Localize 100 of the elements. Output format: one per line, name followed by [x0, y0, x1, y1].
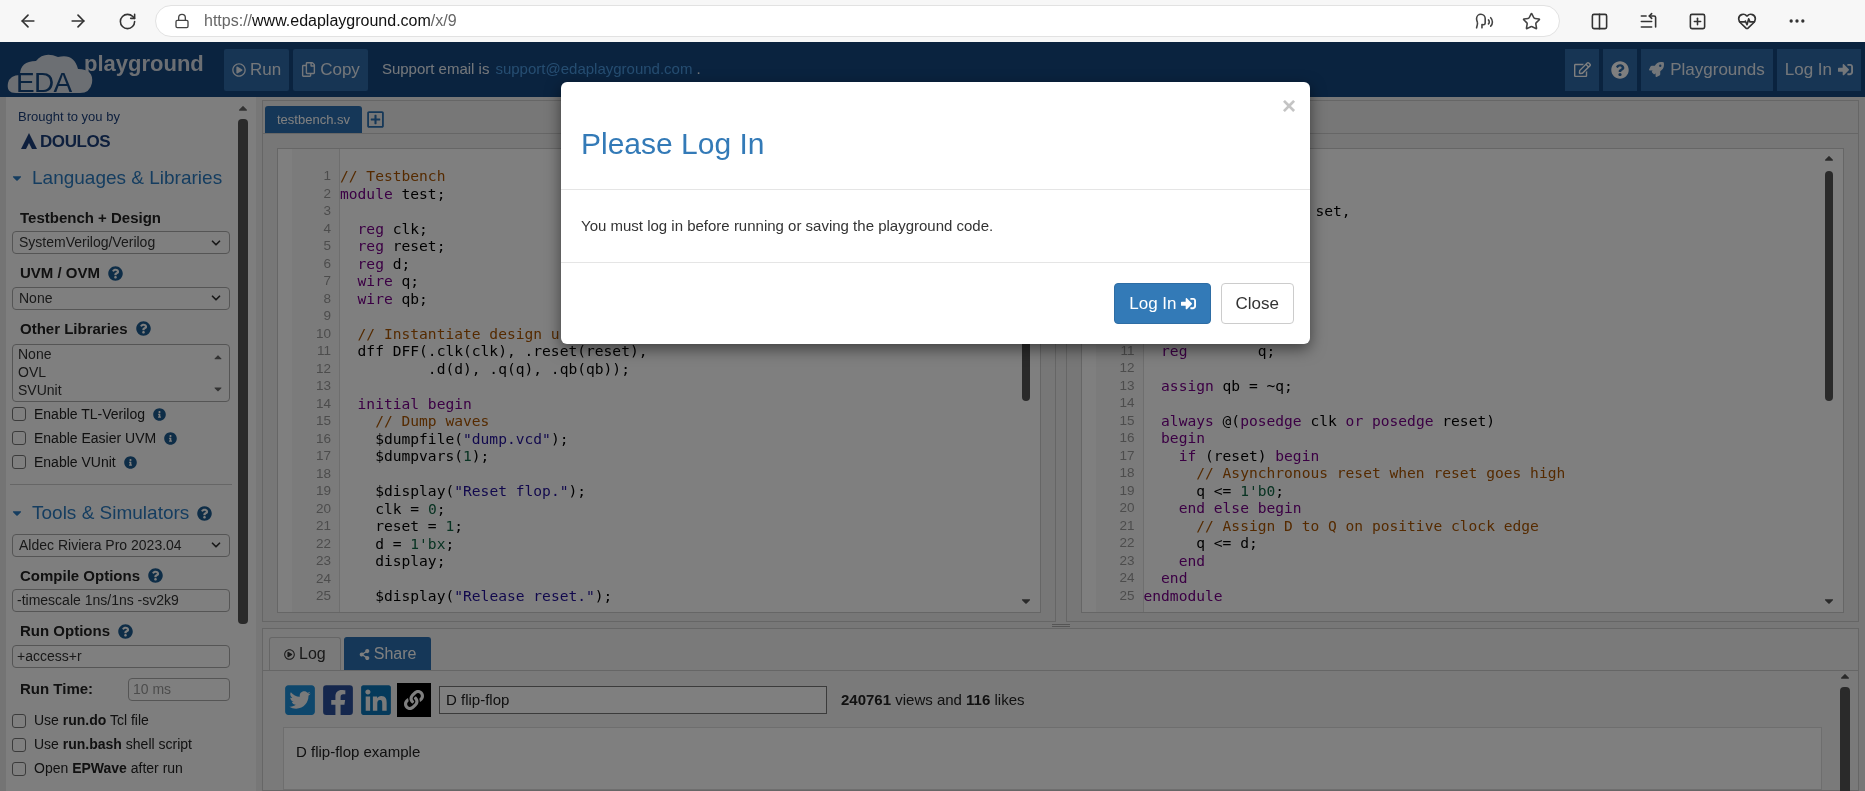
link-icon[interactable] — [397, 683, 431, 717]
code-line: end — [1177, 551, 1205, 569]
checkbox[interactable] — [12, 737, 26, 752]
title-field[interactable]: D flip-flop — [439, 686, 827, 714]
list-option[interactable]: OVL — [18, 363, 46, 381]
code-line: q <= d; — [1195, 534, 1258, 552]
field-label: Other Libraries — [20, 318, 128, 339]
edit-icon — [1573, 61, 1591, 78]
code-line: if (reset) begin — [1177, 446, 1320, 464]
code-line: clk = 0; — [374, 499, 446, 517]
code-line: reg d; — [356, 254, 411, 272]
help-icon[interactable] — [135, 321, 151, 337]
code-line: wire qb; — [356, 289, 428, 307]
list-option[interactable]: None — [18, 345, 52, 363]
help-icon[interactable] — [118, 623, 133, 639]
checkbox-label[interactable]: Enable VUnit — [34, 451, 116, 473]
file-tab[interactable]: testbench.sv — [265, 106, 362, 133]
code-line: reg reset; — [356, 237, 446, 255]
collections-icon[interactable] — [1688, 11, 1707, 31]
refresh-icon[interactable] — [118, 11, 137, 31]
scrollbar[interactable] — [1840, 687, 1850, 791]
toolbar-button[interactable]: Run — [224, 48, 290, 91]
code-line: reg q; — [1160, 341, 1276, 359]
section-title[interactable]: Tools & Simulators — [32, 499, 190, 528]
twitter-icon[interactable] — [283, 683, 317, 717]
code-line: endmodule — [1142, 586, 1223, 604]
stats-text: 240761 views and 116 likes — [841, 689, 1025, 710]
checkbox[interactable] — [12, 455, 26, 469]
favorites-icon[interactable] — [1639, 11, 1658, 31]
help-button[interactable] — [1603, 48, 1638, 91]
code-line: initial begin — [356, 394, 472, 412]
panel-tab[interactable]: Share — [343, 637, 432, 670]
toolbar-button[interactable]: Playgrounds — [1641, 48, 1773, 91]
code-line: begin — [1160, 429, 1205, 447]
scrollbar[interactable] — [238, 119, 248, 624]
login-icon — [1180, 296, 1196, 311]
code-line: $dumpfile("dump.vcd"); — [374, 429, 569, 447]
checkbox-label[interactable]: Enable TL-Verilog — [34, 403, 146, 425]
checkbox[interactable] — [12, 761, 26, 776]
login-button[interactable]: Log In — [1114, 283, 1211, 324]
code-line: display; — [374, 552, 446, 570]
panel-tab[interactable]: Log — [269, 637, 341, 670]
code-line: // Asynchronous reset when reset goes high — [1195, 464, 1566, 482]
toolbar-button[interactable]: Log In — [1776, 48, 1861, 91]
section-title[interactable]: Languages & Libraries — [32, 164, 223, 193]
select-field[interactable]: None — [12, 286, 230, 310]
support-period: . — [696, 59, 701, 80]
code-line: set, — [1314, 202, 1351, 220]
support-text: Support email is — [381, 59, 490, 80]
copy-icon — [301, 62, 317, 77]
facebook-icon[interactable] — [321, 683, 355, 717]
rocket-icon — [1649, 62, 1665, 77]
code-line: reg clk; — [356, 219, 428, 237]
help-icon[interactable] — [108, 265, 123, 281]
checkbox[interactable] — [12, 713, 26, 728]
dialog-message: You must log in before running or saving the playground code. — [581, 215, 994, 236]
edit-button[interactable] — [1565, 48, 1600, 91]
input-field[interactable]: +access+r — [12, 644, 230, 668]
add-file-icon[interactable] — [366, 110, 385, 129]
address-bar[interactable]: https://www.edaplayground.com/x/9 — [155, 5, 1560, 37]
toolbar-button[interactable]: Copy — [293, 48, 368, 91]
help-icon[interactable] — [197, 505, 213, 521]
logo-mark: EDA — [16, 68, 72, 97]
field-label: UVM / OVM — [20, 263, 100, 283]
heart-pulse-icon[interactable] — [1737, 11, 1757, 31]
dialog-title: Please Log In — [581, 126, 765, 162]
checkbox[interactable] — [12, 431, 26, 445]
star-icon[interactable] — [1522, 11, 1541, 31]
play-icon — [232, 62, 246, 77]
select-field[interactable]: SystemVerilog/Verilog — [12, 231, 230, 254]
help-icon[interactable] — [148, 568, 163, 584]
checkbox-label[interactable]: Use run.do Tcl file — [34, 710, 149, 731]
dismiss-button[interactable]: Close — [1220, 283, 1294, 324]
checkbox-label[interactable]: Open EPWave after run — [34, 758, 183, 779]
info-icon[interactable] — [153, 407, 167, 421]
info-icon[interactable] — [164, 431, 178, 445]
lock-icon[interactable] — [174, 13, 190, 29]
checkbox-label[interactable]: Use run.bash shell script — [34, 734, 192, 755]
scrollbar[interactable] — [1825, 171, 1833, 401]
doulos-logo-icon — [20, 132, 38, 151]
info-icon[interactable] — [123, 455, 137, 469]
login-icon — [1838, 62, 1853, 77]
read-aloud-icon[interactable] — [1475, 11, 1494, 31]
code-line: reset = 1; — [374, 517, 464, 535]
code-line: wire q; — [356, 272, 420, 290]
checkbox-label[interactable]: Enable Easier UVM — [34, 427, 157, 449]
field-label: Compile Options — [20, 565, 140, 586]
select-field[interactable]: Aldec Riviera Pro 2023.04 — [12, 533, 230, 557]
code-line: module test; — [339, 184, 446, 202]
split-screen-icon[interactable] — [1590, 11, 1609, 31]
list-option[interactable]: SVUnit — [18, 381, 62, 399]
field-label: Run Time: — [20, 678, 94, 699]
code-line: always @(posedge clk or posedge reset) — [1160, 411, 1495, 429]
code-line: end — [1160, 569, 1188, 587]
library-listbox[interactable]: None OVL SVUnit — [12, 344, 230, 402]
linkedin-icon[interactable] — [359, 683, 393, 717]
checkbox[interactable] — [12, 407, 26, 421]
input-field[interactable]: -timescale 1ns/1ns -sv2k9 — [12, 589, 230, 612]
code-line: // Dump waves — [374, 412, 490, 430]
code-line: $dumpvars(1); — [374, 447, 490, 465]
